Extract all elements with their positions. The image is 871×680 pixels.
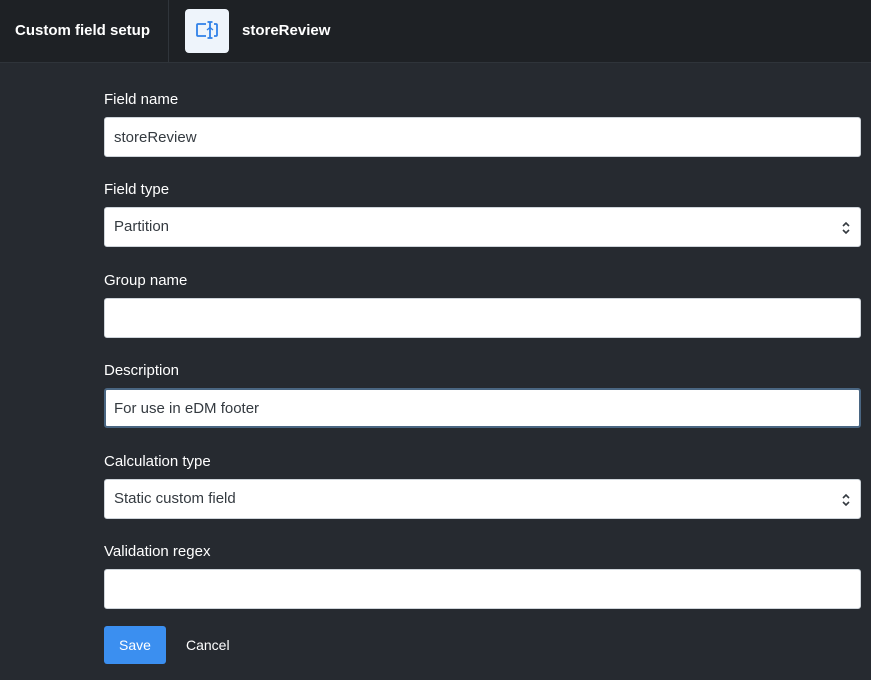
field-type-select[interactable]: Partition — [104, 207, 861, 247]
custom-field-icon-glyph — [196, 21, 218, 39]
validation-regex-input[interactable] — [104, 569, 861, 609]
calculation-type-selected-value: Static custom field — [114, 490, 236, 507]
field-type-label: Field type — [104, 181, 170, 198]
calculation-type-select[interactable]: Static custom field — [104, 479, 861, 519]
field-name-input[interactable] — [104, 117, 861, 157]
field-name-heading: storeReview — [242, 22, 331, 39]
description-label: Description — [104, 362, 180, 379]
field-name-label: Field name — [104, 91, 179, 108]
page-header: Custom field setup storeReview — [0, 0, 871, 63]
select-caret-icon — [842, 493, 850, 507]
description-input[interactable] — [104, 388, 861, 428]
validation-regex-label: Validation regex — [104, 543, 211, 560]
cancel-button[interactable]: Cancel — [182, 626, 234, 664]
calculation-type-label: Calculation type — [104, 453, 211, 470]
group-name-label: Group name — [104, 272, 188, 289]
select-caret-icon — [842, 221, 850, 235]
header-divider — [168, 0, 169, 62]
group-name-input[interactable] — [104, 298, 861, 338]
custom-field-icon — [185, 9, 229, 53]
save-button[interactable]: Save — [104, 626, 166, 664]
field-type-selected-value: Partition — [114, 218, 170, 235]
page-title: Custom field setup — [15, 22, 151, 39]
